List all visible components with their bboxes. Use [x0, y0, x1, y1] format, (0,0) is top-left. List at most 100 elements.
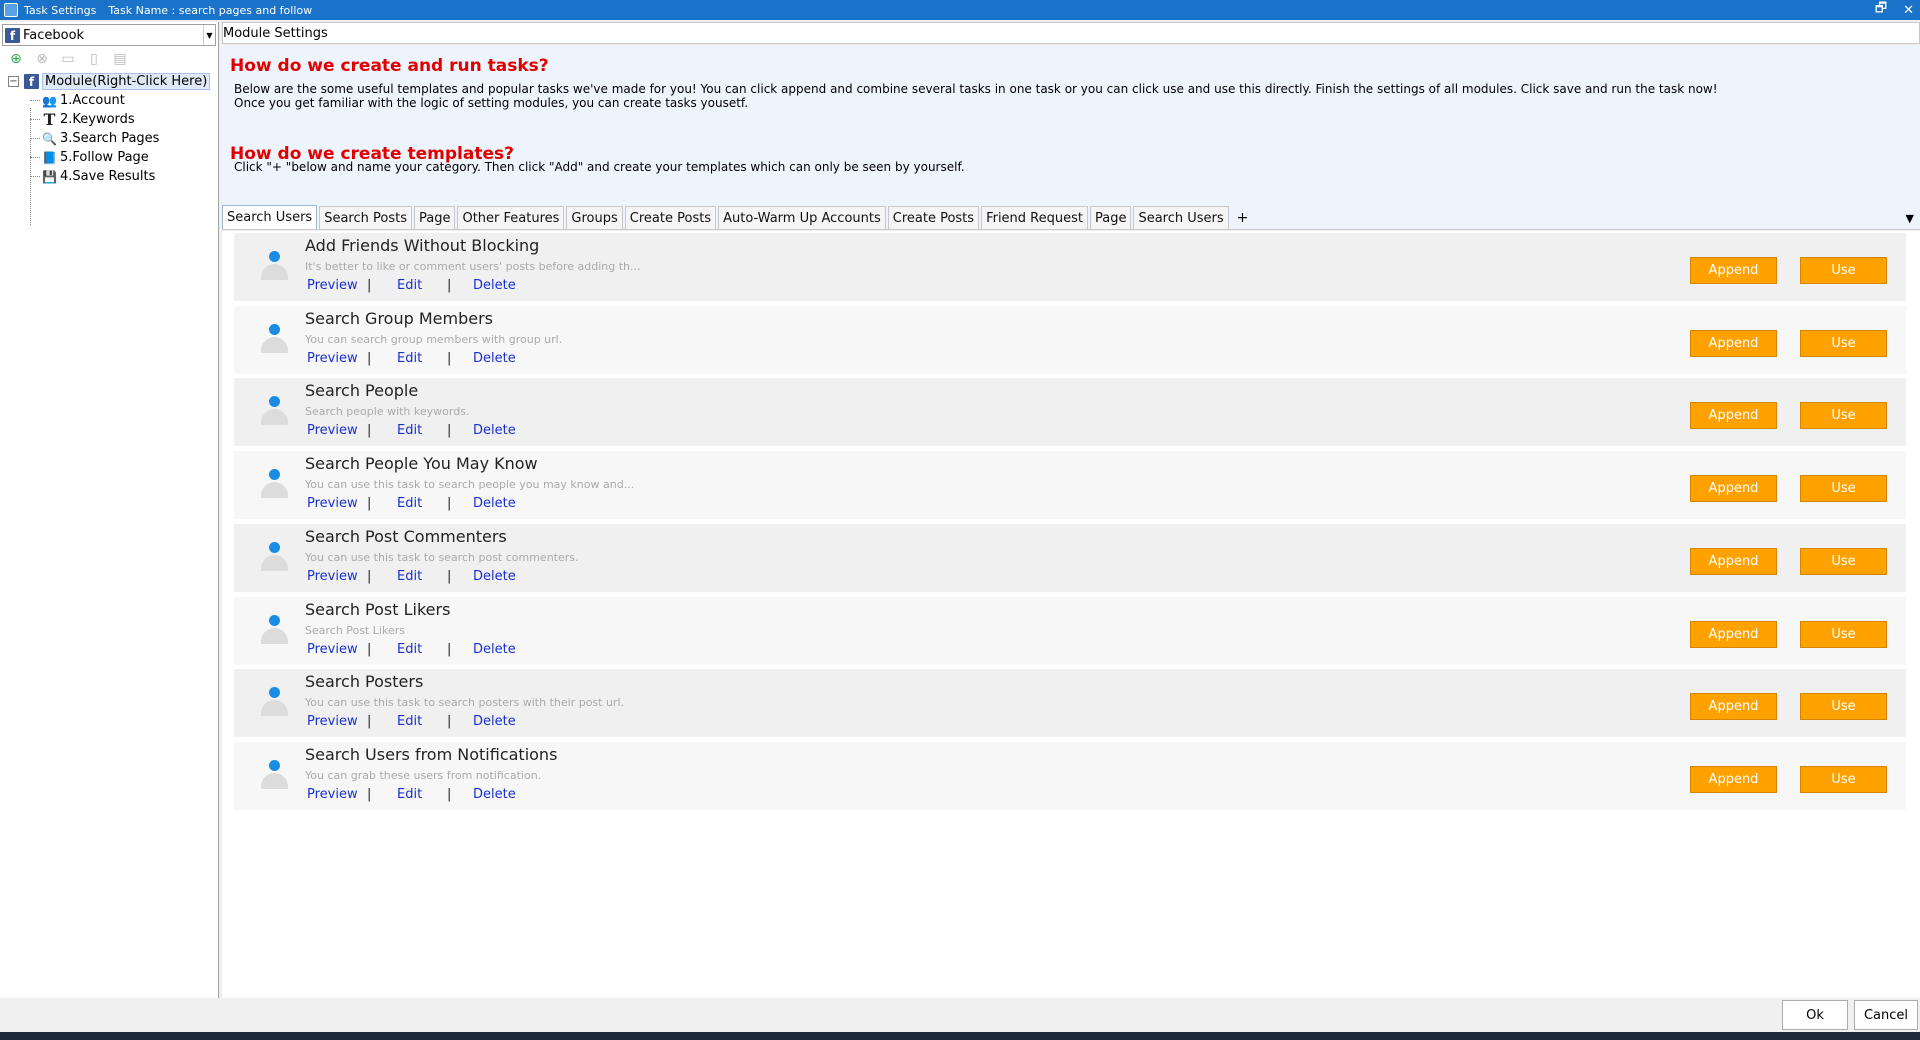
delete-link[interactable]: Delete	[473, 423, 516, 438]
copy-icon[interactable]: ▤	[112, 51, 128, 67]
platform-select[interactable]: f Facebook ▼	[2, 24, 216, 46]
add-module-icon[interactable]: ⊕	[8, 51, 24, 67]
user-avatar-icon	[258, 250, 290, 282]
delete-link[interactable]: Delete	[473, 569, 516, 584]
template-description: You can grab these users from notificati…	[305, 768, 542, 782]
remove-module-icon[interactable]: ⊗	[34, 51, 50, 67]
chevron-down-icon[interactable]: ▼	[203, 25, 215, 45]
template-description: You can search group members with group …	[305, 332, 563, 346]
ok-button[interactable]: Ok	[1782, 1000, 1848, 1030]
edit-link[interactable]: Edit	[397, 642, 447, 657]
close-icon[interactable]: ✕	[1903, 3, 1914, 18]
tree-root[interactable]: − f Module(Right-Click Here)	[8, 72, 218, 91]
append-button[interactable]: Append	[1690, 402, 1777, 430]
edit-link[interactable]: Edit	[397, 787, 447, 802]
tree-item[interactable]: T 2.Keywords	[8, 110, 218, 129]
magnifier-icon: 🔍	[42, 131, 57, 146]
open-book-icon[interactable]: ▭	[60, 51, 76, 67]
template-description: You can use this task to search posters …	[305, 696, 625, 710]
tab-search-users[interactable]: Search Users	[1133, 206, 1229, 229]
app-icon	[4, 3, 18, 17]
delete-link[interactable]: Delete	[473, 496, 516, 511]
tab-friend-request[interactable]: Friend Request	[981, 206, 1088, 229]
tab-search-users[interactable]: Search Users	[222, 205, 318, 229]
template-actions: Preview | Edit | Delete	[307, 787, 516, 802]
tree-root-label: Module(Right-Click Here)	[42, 73, 211, 90]
info-panel: How do we create and run tasks? Below ar…	[222, 46, 1920, 206]
edit-link[interactable]: Edit	[397, 496, 447, 511]
template-actions: Preview | Edit | Delete	[307, 351, 516, 366]
append-button[interactable]: Append	[1690, 329, 1777, 357]
preview-link[interactable]: Preview	[307, 787, 367, 802]
delete-link[interactable]: Delete	[473, 278, 516, 293]
category-tabs: Search Users Search Posts Page Other Featur…	[222, 205, 1920, 230]
edit-link[interactable]: Edit	[397, 423, 447, 438]
use-button[interactable]: Use	[1800, 547, 1887, 575]
use-button[interactable]: Use	[1800, 329, 1887, 357]
tab-page[interactable]: Page	[1089, 206, 1132, 229]
tree-item[interactable]: 💾 4.Save Results	[8, 167, 218, 186]
template-title: Add Friends Without Blocking	[305, 236, 540, 255]
cancel-button[interactable]: Cancel	[1854, 1000, 1918, 1030]
tab-auto-warm-up-accounts[interactable]: Auto-Warm Up Accounts	[718, 206, 886, 229]
template-actions: Preview | Edit | Delete	[307, 642, 516, 657]
template-actions: Preview | Edit | Delete	[307, 423, 516, 438]
template-title: Search Users from Notifications	[305, 744, 558, 764]
delete-link[interactable]: Delete	[473, 642, 516, 657]
use-button[interactable]: Use	[1800, 620, 1887, 648]
edit-link[interactable]: Edit	[397, 714, 447, 729]
preview-link[interactable]: Preview	[307, 423, 367, 438]
preview-link[interactable]: Preview	[307, 496, 367, 511]
edit-link[interactable]: Edit	[397, 569, 447, 584]
use-button[interactable]: Use	[1800, 402, 1887, 430]
export-icon[interactable]: ▯	[86, 51, 102, 67]
tab-page[interactable]: Page	[413, 206, 456, 229]
restore-icon[interactable]: 🗗	[1875, 0, 1887, 21]
template-list: Add Friends Without Blocking It's better …	[222, 231, 1920, 998]
preview-link[interactable]: Preview	[307, 351, 367, 366]
facebook-icon: f	[5, 27, 20, 43]
append-button[interactable]: Append	[1690, 765, 1777, 793]
use-button[interactable]: Use	[1800, 693, 1887, 721]
tab-groups[interactable]: Groups	[566, 206, 623, 229]
template-title: Search Posters	[305, 672, 424, 692]
tree-connector	[30, 108, 31, 225]
edit-link[interactable]: Edit	[397, 351, 447, 366]
taskbar	[0, 1032, 1920, 1040]
preview-link[interactable]: Preview	[307, 278, 367, 293]
link-separator: |	[447, 714, 452, 730]
use-button[interactable]: Use	[1800, 475, 1887, 503]
tab-create-posts[interactable]: Create Posts	[624, 206, 717, 229]
edit-link[interactable]: Edit	[397, 278, 447, 293]
append-button[interactable]: Append	[1690, 620, 1777, 648]
preview-link[interactable]: Preview	[307, 569, 367, 584]
tab-create-posts[interactable]: Create Posts	[887, 206, 980, 229]
append-button[interactable]: Append	[1690, 475, 1777, 503]
template-title: Search Post Commenters	[305, 526, 507, 546]
preview-link[interactable]: Preview	[307, 642, 367, 657]
module-toolbar: ⊕ ⊗ ▭ ▯ ▤	[0, 46, 218, 72]
delete-link[interactable]: Delete	[473, 351, 516, 366]
add-tab-button[interactable]: +	[1231, 206, 1255, 229]
template-description: It's better to like or comment users' po…	[305, 260, 641, 273]
tab-search-posts[interactable]: Search Posts	[319, 206, 412, 229]
tree-item[interactable]: 📘 5.Follow Page	[8, 148, 218, 167]
tab-other-features[interactable]: Other Features	[457, 206, 565, 229]
preview-link[interactable]: Preview	[307, 714, 367, 729]
delete-link[interactable]: Delete	[473, 787, 516, 802]
tree-item-label: 4.Save Results	[60, 169, 156, 184]
template-description: Search Post Likers	[305, 623, 405, 637]
append-button[interactable]: Append	[1690, 257, 1777, 284]
collapse-icon[interactable]: −	[8, 76, 19, 87]
tree-item[interactable]: 👥 1.Account	[8, 91, 218, 110]
use-button[interactable]: Use	[1800, 257, 1887, 284]
link-separator: |	[447, 786, 452, 802]
use-button[interactable]: Use	[1800, 765, 1887, 793]
tree-item-label: 5.Follow Page	[60, 150, 149, 165]
tab-list-menu-icon[interactable]: ▼	[1906, 212, 1914, 225]
append-button[interactable]: Append	[1690, 693, 1777, 721]
tree-item[interactable]: 🔍 3.Search Pages	[8, 129, 218, 148]
delete-link[interactable]: Delete	[473, 714, 516, 729]
append-button[interactable]: Append	[1690, 547, 1777, 575]
text-icon: T	[43, 110, 56, 129]
